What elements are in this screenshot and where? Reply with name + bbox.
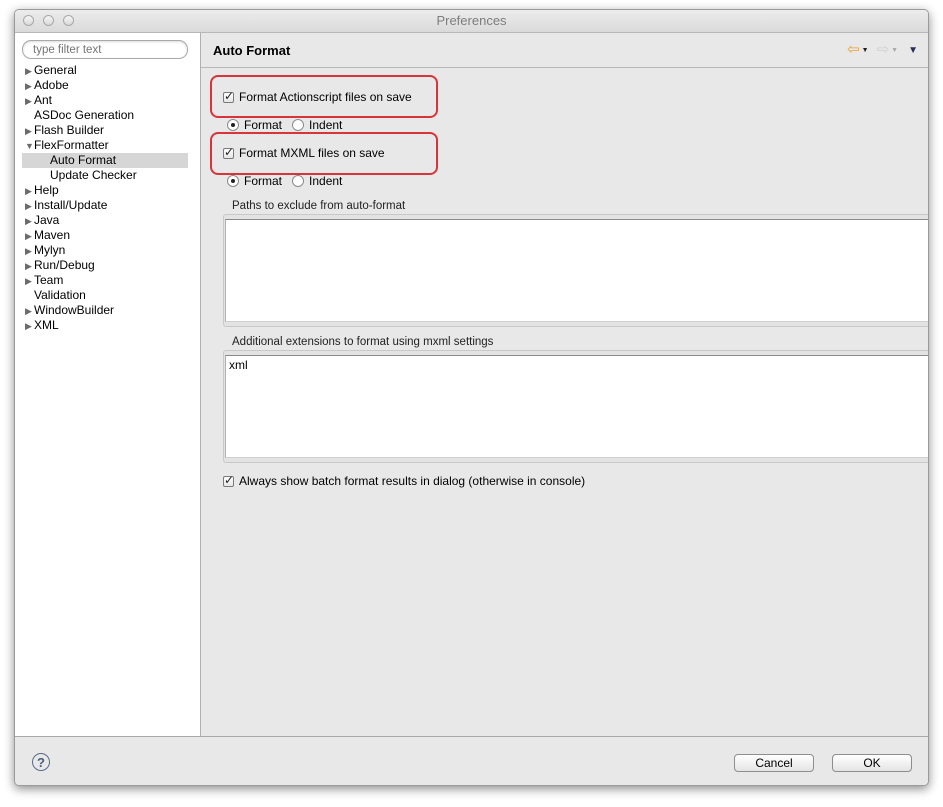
preferences-tree-panel: ▶General▶Adobe▶AntASDoc Generation▶Flash…	[15, 33, 201, 736]
filter-input[interactable]	[22, 40, 188, 59]
tree-item-label: Auto Format	[50, 153, 117, 167]
mxml-format-label: Format	[244, 174, 283, 188]
help-icon[interactable]: ?	[32, 753, 50, 771]
collapsed-triangle-icon[interactable]: ▶	[25, 64, 34, 79]
tree-item-label: Ant	[34, 93, 53, 107]
actionscript-indent-label: Indent	[309, 118, 343, 132]
back-history-dropdown-icon[interactable]: ▼	[862, 47, 869, 54]
mxml-mode-group: Format Indent	[227, 174, 342, 188]
tree-item-ant[interactable]: ▶ Ant	[22, 93, 188, 108]
tree-item-label: ASDoc Generation	[34, 108, 135, 122]
tree-item-label: General	[34, 63, 77, 77]
tree-item-label: WindowBuilder	[34, 303, 115, 317]
back-arrow-icon[interactable]: ⇦	[847, 42, 860, 57]
tree-item-general[interactable]: ▶ General	[22, 63, 188, 78]
format-actionscript-checkbox[interactable]: Format Actionscript files on save	[223, 89, 412, 104]
tree-item-asdoc-generation[interactable]: ASDoc Generation	[22, 108, 188, 123]
mxml-format-radio[interactable]	[227, 175, 239, 187]
collapsed-triangle-icon[interactable]: ▶	[25, 184, 34, 199]
tree-item-label: XML	[34, 318, 59, 332]
collapsed-triangle-icon[interactable]: ▶	[25, 94, 34, 109]
batch-dialog-checkbox[interactable]: Always show batch format results in dial…	[223, 473, 586, 488]
actionscript-indent-radio[interactable]	[292, 119, 305, 131]
tree-item-update-checker[interactable]: Update Checker	[22, 168, 188, 183]
forward-history-dropdown-icon[interactable]: ▼	[891, 47, 898, 54]
tree-item-java[interactable]: ▶ Java	[22, 213, 188, 228]
tree-item-auto-format[interactable]: Auto Format	[22, 153, 188, 168]
tree-item-label: Java	[34, 213, 60, 227]
tree-item-label: Install/Update	[34, 198, 108, 212]
collapsed-triangle-icon[interactable]: ▶	[25, 199, 34, 214]
exclude-paths-label: Paths to exclude from auto-format	[232, 200, 406, 212]
tree-item-label: Maven	[34, 228, 71, 242]
collapsed-triangle-icon[interactable]: ▶	[25, 304, 34, 319]
tree-item-label: Mylyn	[34, 243, 66, 257]
page-header: Auto Format ⇦ ▼ ⇨ ▼ ▼	[201, 33, 928, 68]
preference-page: Auto Format ⇦ ▼ ⇨ ▼ ▼ Format Actionscrip…	[201, 33, 928, 736]
tree-item-help[interactable]: ▶ Help	[22, 183, 188, 198]
tree-item-validation[interactable]: Validation	[22, 288, 188, 303]
tree-item-label: Update Checker	[50, 168, 137, 182]
tree-item-adobe[interactable]: ▶ Adobe	[22, 78, 188, 93]
tree-item-label: FlexFormatter	[34, 138, 109, 152]
tree-item-mylyn[interactable]: ▶ Mylyn	[22, 243, 188, 258]
batch-dialog-label: Always show batch format results in dial…	[239, 474, 586, 488]
format-mxml-label: Format MXML files on save	[239, 146, 385, 160]
tree-item-install-update[interactable]: ▶ Install/Update	[22, 198, 188, 213]
tree-item-label: Help	[34, 183, 59, 197]
tree-item-label: Team	[34, 273, 64, 287]
checkbox-checked-icon[interactable]	[223, 473, 234, 487]
tree-item-label: Run/Debug	[34, 258, 95, 272]
collapsed-triangle-icon[interactable]: ▶	[25, 124, 34, 139]
preferences-window: Preferences ▶General▶Adobe▶AntASDoc Gene…	[14, 9, 929, 786]
actionscript-format-label: Format	[244, 118, 283, 132]
checkbox-checked-icon[interactable]	[223, 89, 234, 103]
mxml-indent-label: Indent	[309, 174, 343, 188]
additional-extensions-textarea[interactable]	[225, 355, 928, 458]
actionscript-format-radio[interactable]	[227, 119, 239, 131]
tree-item-flexformatter[interactable]: ▼FlexFormatter	[22, 138, 188, 153]
preferences-tree: ▶ General ▶ Adobe ▶ Ant ASDoc Generation ▶ Flash…	[22, 63, 188, 333]
actionscript-mode-group: Format Indent	[227, 118, 342, 132]
format-mxml-checkbox[interactable]: Format MXML files on save	[223, 145, 385, 160]
collapsed-triangle-icon[interactable]: ▶	[25, 214, 34, 229]
exclude-paths-textarea[interactable]	[225, 219, 928, 322]
checkbox-checked-icon[interactable]	[223, 145, 234, 159]
cancel-button[interactable]: Cancel	[734, 754, 814, 772]
tree-item-label: Flash Builder	[34, 123, 105, 137]
collapsed-triangle-icon[interactable]: ▶	[25, 259, 34, 274]
tree-item-label: Adobe	[34, 78, 69, 92]
tree-item-maven[interactable]: ▶ Maven	[22, 228, 188, 243]
format-actionscript-label: Format Actionscript files on save	[239, 90, 412, 104]
window-title: Preferences	[436, 13, 507, 28]
collapsed-triangle-icon[interactable]: ▶	[25, 274, 34, 289]
collapsed-triangle-icon[interactable]: ▶	[25, 229, 34, 244]
forward-arrow-icon[interactable]: ⇨	[877, 42, 890, 57]
page-navigation: ⇦ ▼ ⇨ ▼ ▼	[847, 42, 918, 57]
dialog-footer: ? Cancel OK	[15, 736, 928, 785]
tree-item-team[interactable]: ▶ Team	[22, 273, 188, 288]
collapsed-triangle-icon[interactable]: ▶	[25, 244, 34, 259]
mxml-indent-radio[interactable]	[292, 175, 305, 187]
ok-button[interactable]: OK	[832, 754, 912, 772]
expanded-triangle-icon[interactable]: ▼	[25, 139, 34, 154]
tree-item-run-debug[interactable]: ▶ Run/Debug	[22, 258, 188, 273]
view-menu-icon[interactable]: ▼	[908, 45, 918, 56]
tree-item-label: Validation	[34, 288, 86, 302]
title-bar: Preferences	[15, 10, 928, 33]
tree-item-flash-builder[interactable]: ▶ Flash Builder	[22, 123, 188, 138]
collapsed-triangle-icon[interactable]: ▶	[25, 79, 34, 94]
tree-item-windowbuilder[interactable]: ▶ WindowBuilder	[22, 303, 188, 318]
page-title: Auto Format	[213, 43, 291, 58]
tree-item-xml[interactable]: ▶ XML	[22, 318, 188, 333]
additional-extensions-label: Additional extensions to format using mx…	[232, 336, 494, 348]
collapsed-triangle-icon[interactable]: ▶	[25, 319, 34, 334]
